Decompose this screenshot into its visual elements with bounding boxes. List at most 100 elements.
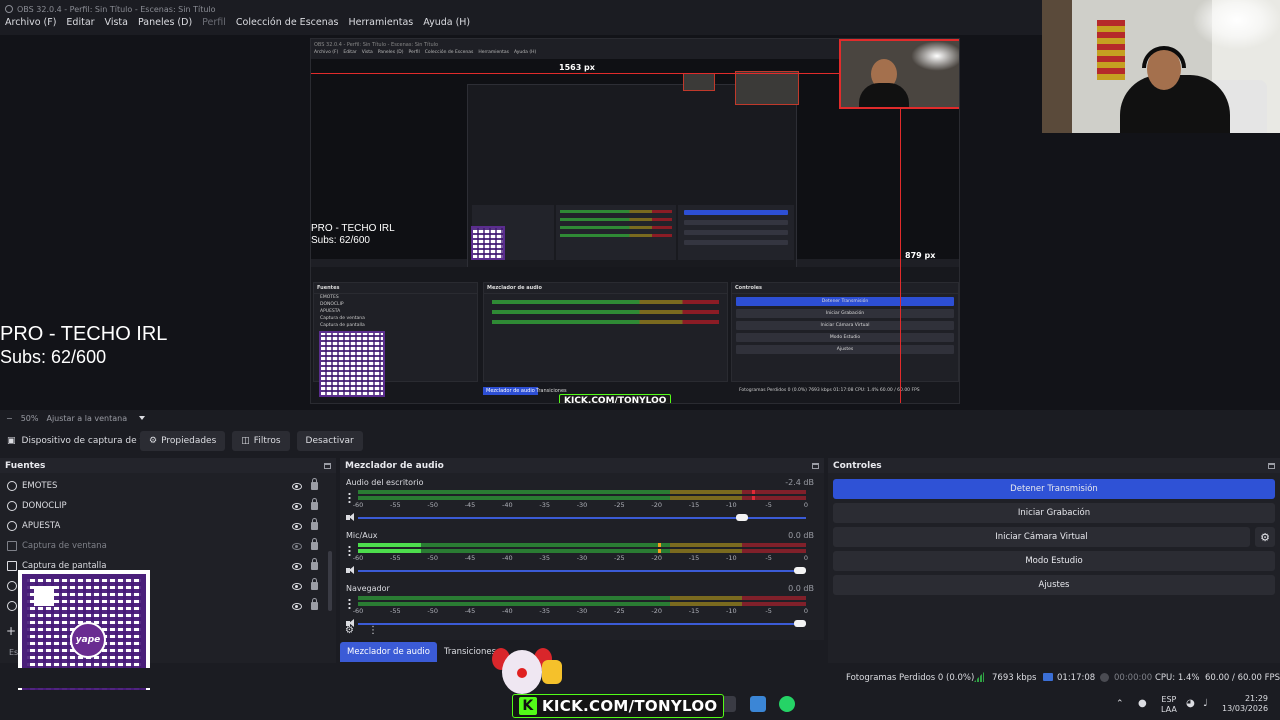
volume-slider[interactable] xyxy=(358,620,806,627)
speaker-icon[interactable] xyxy=(346,513,356,522)
nested-source: Captura de ventana xyxy=(320,316,365,321)
channel-menu-icon[interactable] xyxy=(348,598,351,609)
lock-icon[interactable] xyxy=(311,578,318,590)
lock-icon[interactable] xyxy=(311,478,318,490)
lock-icon[interactable] xyxy=(311,538,318,550)
nested-dock-area: Fuentes EMOTES DONOCLIP APUESTA Captura … xyxy=(311,267,959,403)
eye-icon[interactable] xyxy=(292,522,302,530)
nested-source: DONOCLIP xyxy=(320,302,344,307)
menu-archivo[interactable]: Archivo (F) xyxy=(0,15,61,33)
mixer-menu-icon[interactable]: ⋮ xyxy=(368,625,378,636)
selected-source: ▣ Dispositivo de captura de v xyxy=(0,436,140,446)
clock[interactable]: 21:29 13/03/2026 xyxy=(1222,694,1268,714)
eye-off-icon[interactable] xyxy=(292,542,302,550)
eye-icon[interactable] xyxy=(292,582,302,590)
sources-scrollbar[interactable] xyxy=(328,551,332,611)
channel-menu-icon[interactable] xyxy=(348,492,351,503)
webcam-overlay xyxy=(1042,0,1280,133)
mixer-header: Mezclador de audio xyxy=(340,458,824,473)
meter-tick-label: -20 xyxy=(651,607,662,615)
meter-level xyxy=(358,549,421,553)
stop-stream-button[interactable]: Detener Transmisión xyxy=(833,479,1275,499)
lock-icon[interactable] xyxy=(311,558,318,570)
advanced-audio-gear-icon[interactable]: ⚙ xyxy=(345,625,354,636)
volume-slider-knob[interactable] xyxy=(794,567,806,574)
whatsapp-icon[interactable] xyxy=(779,696,795,712)
menu-coleccion-escenas[interactable]: Colección de Escenas xyxy=(231,15,344,33)
menu-herramientas[interactable]: Herramientas xyxy=(344,15,419,33)
nested-status: Fotogramas Perdidos 0 (0.0%) 7693 kbps 0… xyxy=(739,388,920,393)
lock-icon[interactable] xyxy=(311,598,318,610)
volume-slider[interactable] xyxy=(358,514,806,521)
source-row[interactable]: DONOCLIP xyxy=(0,496,336,516)
nested-kick-banner: KICK.COM/TONYLOO xyxy=(559,394,672,403)
properties-button[interactable]: ⚙ Propiedades xyxy=(140,430,226,451)
clock-date: 13/03/2026 xyxy=(1222,704,1269,713)
volume-icon[interactable]: ♩ xyxy=(1203,698,1208,709)
mixer-title: Mezclador de audio xyxy=(345,460,444,471)
menu-ayuda[interactable]: Ayuda (H) xyxy=(418,15,475,33)
language-indicator[interactable]: ESP LAA xyxy=(1161,695,1177,715)
eye-icon[interactable] xyxy=(292,502,302,510)
filters-button[interactable]: ◫ Filtros xyxy=(232,430,290,451)
nested-control: Iniciar Grabación xyxy=(736,309,954,318)
start-recording-button[interactable]: Iniciar Grabación xyxy=(833,503,1275,523)
volume-slider[interactable] xyxy=(358,567,806,574)
controls-dock: Controles Detener Transmisión Iniciar Gr… xyxy=(828,458,1280,663)
settings-button[interactable]: Ajustes xyxy=(833,575,1275,595)
undock-icon[interactable] xyxy=(1268,462,1275,469)
kick-url: KICK.COM/TONYLOO xyxy=(542,697,718,715)
volume-slider-knob[interactable] xyxy=(794,620,806,627)
lock-icon[interactable] xyxy=(311,518,318,530)
selected-webcam-source[interactable] xyxy=(839,39,959,109)
deactivate-button[interactable]: Desactivar xyxy=(296,430,363,451)
meter-tick-label: -60 xyxy=(352,554,364,562)
zoom-fit-dropdown[interactable]: Ajustar a la ventana xyxy=(46,414,127,423)
menu-editar[interactable]: Editar xyxy=(61,15,99,33)
meter-tick-label: -15 xyxy=(688,554,700,562)
nested-menu-item: Archivo (F) xyxy=(314,50,339,55)
lock-icon[interactable] xyxy=(311,498,318,510)
wifi-icon[interactable]: ◕ xyxy=(1186,698,1195,709)
volume-slider-knob[interactable] xyxy=(735,514,748,521)
chevron-down-icon[interactable] xyxy=(139,416,146,420)
meter-tick-label: -10 xyxy=(726,501,737,509)
meter-tick-label: -20 xyxy=(651,501,662,509)
mixer-footer: ⚙ ⋮ xyxy=(345,625,378,636)
nested-menu-item: Vista xyxy=(361,50,373,55)
speaker-icon[interactable] xyxy=(346,566,356,575)
chevron-up-icon[interactable]: ⌃ xyxy=(1116,699,1124,709)
channel-menu-icon[interactable] xyxy=(348,545,351,556)
menu-paneles[interactable]: Paneles (D) xyxy=(133,15,197,33)
nested-control: Iniciar Cámara Virtual xyxy=(736,321,954,330)
start-virtual-camera-button[interactable]: Iniciar Cámara Virtual ⚙ xyxy=(833,527,1275,547)
nested-menu-item: Paneles (D) xyxy=(377,50,404,55)
obs-window: OBS 32.0.4 - Perfil: Sin Título - Escena… xyxy=(0,0,1280,720)
microphone-icon[interactable]: ● xyxy=(1138,698,1147,709)
studio-mode-button[interactable]: Modo Estudio xyxy=(833,551,1275,571)
undock-icon[interactable] xyxy=(324,462,331,469)
scenes-tab-partial[interactable]: Es xyxy=(9,648,18,657)
file-explorer-icon[interactable] xyxy=(750,696,766,712)
eye-icon[interactable] xyxy=(292,482,302,490)
source-row[interactable]: Captura de ventana xyxy=(0,536,336,556)
signal-strength-icon xyxy=(974,672,984,682)
undock-icon[interactable] xyxy=(812,462,819,469)
tab-audio-mixer[interactable]: Mezclador de audio xyxy=(340,642,437,662)
filters-label: Filtros xyxy=(253,435,281,446)
status-bar: Fotogramas Perdidos 0 (0.0%) 7693 kbps 0… xyxy=(0,668,1280,688)
record-icon xyxy=(1100,673,1109,682)
mixer-channels: Audio del escritorio -2.4 dB -60 -55 -50 -45-… xyxy=(340,473,824,632)
zoom-out-button[interactable]: − xyxy=(6,414,13,423)
add-source-button[interactable]: + xyxy=(6,624,16,638)
source-row[interactable]: APUESTA xyxy=(0,516,336,536)
eye-icon[interactable] xyxy=(292,602,302,610)
nested-capture: OBS 32.0.4 - Perfil: Sin Título - Escena… xyxy=(310,38,960,404)
source-row[interactable]: EMOTES xyxy=(0,476,336,496)
virtual-camera-settings-gear-icon[interactable]: ⚙ xyxy=(1255,527,1275,547)
meter-peak xyxy=(658,543,662,547)
menu-vista[interactable]: Vista xyxy=(100,15,133,33)
nested-source: APUESTA xyxy=(320,309,341,314)
eye-icon[interactable] xyxy=(292,562,302,570)
meter-tick-label: -25 xyxy=(614,607,625,615)
